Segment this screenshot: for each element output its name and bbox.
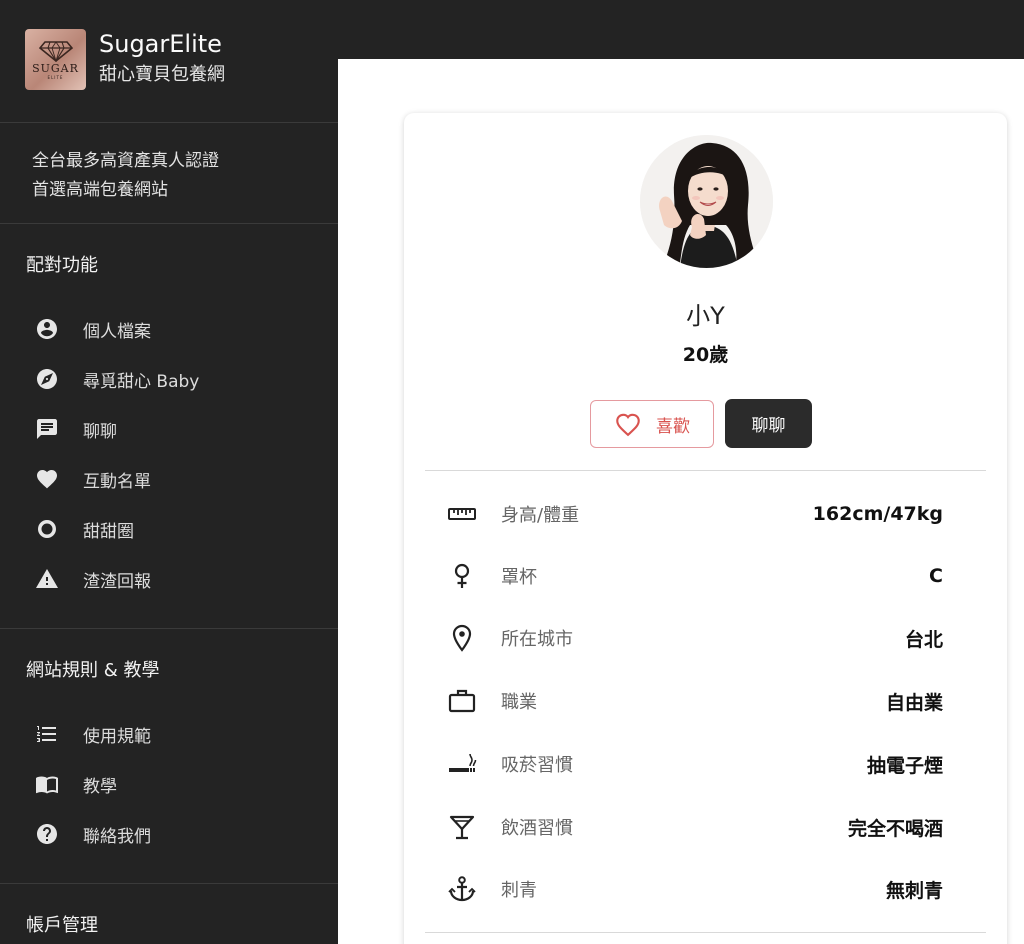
sidebar-item-find-baby[interactable]: 尋覓甜心 Baby bbox=[0, 354, 338, 404]
profile-name: 小Y bbox=[686, 302, 725, 330]
cocktail-icon bbox=[446, 811, 478, 843]
ruler-icon bbox=[446, 498, 478, 530]
female-icon bbox=[446, 560, 478, 592]
chat-button[interactable]: 聊聊 bbox=[725, 399, 812, 448]
chat-icon bbox=[34, 416, 60, 442]
chat-button-label: 聊聊 bbox=[751, 416, 786, 436]
like-button[interactable]: 喜歡 bbox=[590, 400, 714, 448]
book-icon bbox=[34, 771, 60, 797]
brand-name: SugarElite bbox=[99, 30, 222, 58]
help-icon bbox=[34, 821, 60, 847]
brand-header[interactable]: SUGAR ELITE SugarElite 甜心寶貝包養網 bbox=[0, 0, 338, 123]
sidebar: SUGAR ELITE SugarElite 甜心寶貝包養網 全台最多高資產真人… bbox=[0, 0, 338, 944]
compass-icon bbox=[34, 366, 60, 392]
info-label: 所在城市 bbox=[501, 629, 573, 650]
diamond-icon bbox=[38, 40, 73, 62]
tagline-line-1: 全台最多高資產真人認證 bbox=[32, 151, 219, 171]
tagline: 全台最多高資產真人認證 首選高端包養網站 bbox=[0, 123, 338, 224]
sidebar-item-label: 使用規範 bbox=[83, 726, 151, 747]
heart-outline-icon bbox=[616, 413, 640, 437]
info-row-cup: 罩杯 C bbox=[404, 556, 1007, 596]
info-row-occupation: 職業 自由業 bbox=[404, 681, 1007, 721]
section-title-matching: 配對功能 bbox=[26, 255, 98, 276]
profile-card: 小Y 20歲 喜歡 聊聊 身高/體重 162cm/47kg 罩杯 C 所在城市 … bbox=[404, 113, 1007, 944]
sidebar-item-label: 聊聊 bbox=[83, 421, 117, 442]
info-value: 完全不喝酒 bbox=[847, 817, 943, 840]
sidebar-item-contact[interactable]: 聯絡我們 bbox=[0, 809, 338, 859]
sidebar-item-label: 聯絡我們 bbox=[83, 826, 151, 847]
sidebar-item-report[interactable]: 渣渣回報 bbox=[0, 554, 338, 604]
location-pin-icon bbox=[446, 622, 478, 654]
brand-logo: SUGAR ELITE bbox=[25, 29, 86, 90]
sidebar-item-label: 個人檔案 bbox=[83, 321, 151, 342]
section-matching: 配對功能 個人檔案 尋覓甜心 Baby 聊聊 互動名單 甜甜圈 渣渣回報 bbox=[0, 224, 338, 629]
sidebar-item-label: 渣渣回報 bbox=[83, 571, 151, 592]
info-value: 抽電子煙 bbox=[866, 754, 943, 777]
section-account: 帳戶管理 bbox=[0, 884, 338, 944]
info-value: 台北 bbox=[904, 628, 943, 651]
sidebar-item-chat[interactable]: 聊聊 bbox=[0, 404, 338, 454]
account-circle-icon bbox=[34, 316, 60, 342]
sidebar-item-rules[interactable]: 使用規範 bbox=[0, 709, 338, 759]
info-row-height-weight: 身高/體重 162cm/47kg bbox=[404, 494, 1007, 534]
section-title-rules: 網站規則 & 教學 bbox=[26, 660, 160, 681]
logo-subwordmark: ELITE bbox=[47, 74, 64, 80]
info-row-smoking: 吸菸習慣 抽電子煙 bbox=[404, 744, 1007, 784]
divider-bottom bbox=[425, 932, 986, 933]
smoking-icon bbox=[446, 748, 478, 780]
numbered-list-icon bbox=[34, 721, 60, 747]
like-button-label: 喜歡 bbox=[656, 416, 690, 437]
divider-top bbox=[425, 470, 986, 471]
heart-icon bbox=[34, 466, 60, 492]
info-label: 罩杯 bbox=[501, 567, 537, 588]
sidebar-item-label: 尋覓甜心 Baby bbox=[83, 371, 200, 392]
sidebar-item-label: 教學 bbox=[83, 776, 117, 797]
info-value: 自由業 bbox=[885, 691, 943, 714]
info-row-city: 所在城市 台北 bbox=[404, 618, 1007, 658]
info-label: 職業 bbox=[501, 692, 537, 713]
anchor-icon bbox=[446, 873, 478, 905]
sidebar-item-profile[interactable]: 個人檔案 bbox=[0, 304, 338, 354]
briefcase-icon bbox=[446, 685, 478, 717]
info-value: C bbox=[929, 565, 943, 587]
sidebar-item-interactions[interactable]: 互動名單 bbox=[0, 454, 338, 504]
info-value: 162cm/47kg bbox=[812, 503, 943, 525]
info-label: 飲酒習慣 bbox=[501, 818, 573, 839]
sidebar-item-sweet-circle[interactable]: 甜甜圈 bbox=[0, 504, 338, 554]
section-rules: 網站規則 & 教學 使用規範 教學 聯絡我們 bbox=[0, 629, 338, 884]
ring-icon bbox=[34, 516, 60, 542]
sidebar-item-tutorial[interactable]: 教學 bbox=[0, 759, 338, 809]
brand-subtitle: 甜心寶貝包養網 bbox=[99, 64, 225, 85]
info-label: 刺青 bbox=[501, 880, 537, 901]
info-label: 吸菸習慣 bbox=[501, 755, 573, 776]
sidebar-item-label: 甜甜圈 bbox=[83, 521, 134, 542]
sidebar-item-label: 互動名單 bbox=[83, 471, 151, 492]
avatar[interactable] bbox=[640, 135, 773, 268]
warning-icon bbox=[34, 566, 60, 592]
info-row-tattoo: 刺青 無刺青 bbox=[404, 869, 1007, 909]
info-row-drinking: 飲酒習慣 完全不喝酒 bbox=[404, 807, 1007, 847]
info-label: 身高/體重 bbox=[501, 505, 580, 526]
logo-wordmark: SUGAR bbox=[32, 61, 79, 75]
avatar-photo bbox=[640, 135, 773, 268]
section-title-account: 帳戶管理 bbox=[26, 915, 98, 936]
profile-age: 20歲 bbox=[682, 344, 729, 366]
top-bar bbox=[338, 0, 1024, 59]
info-value: 無刺青 bbox=[885, 879, 943, 902]
tagline-line-2: 首選高端包養網站 bbox=[32, 180, 168, 200]
